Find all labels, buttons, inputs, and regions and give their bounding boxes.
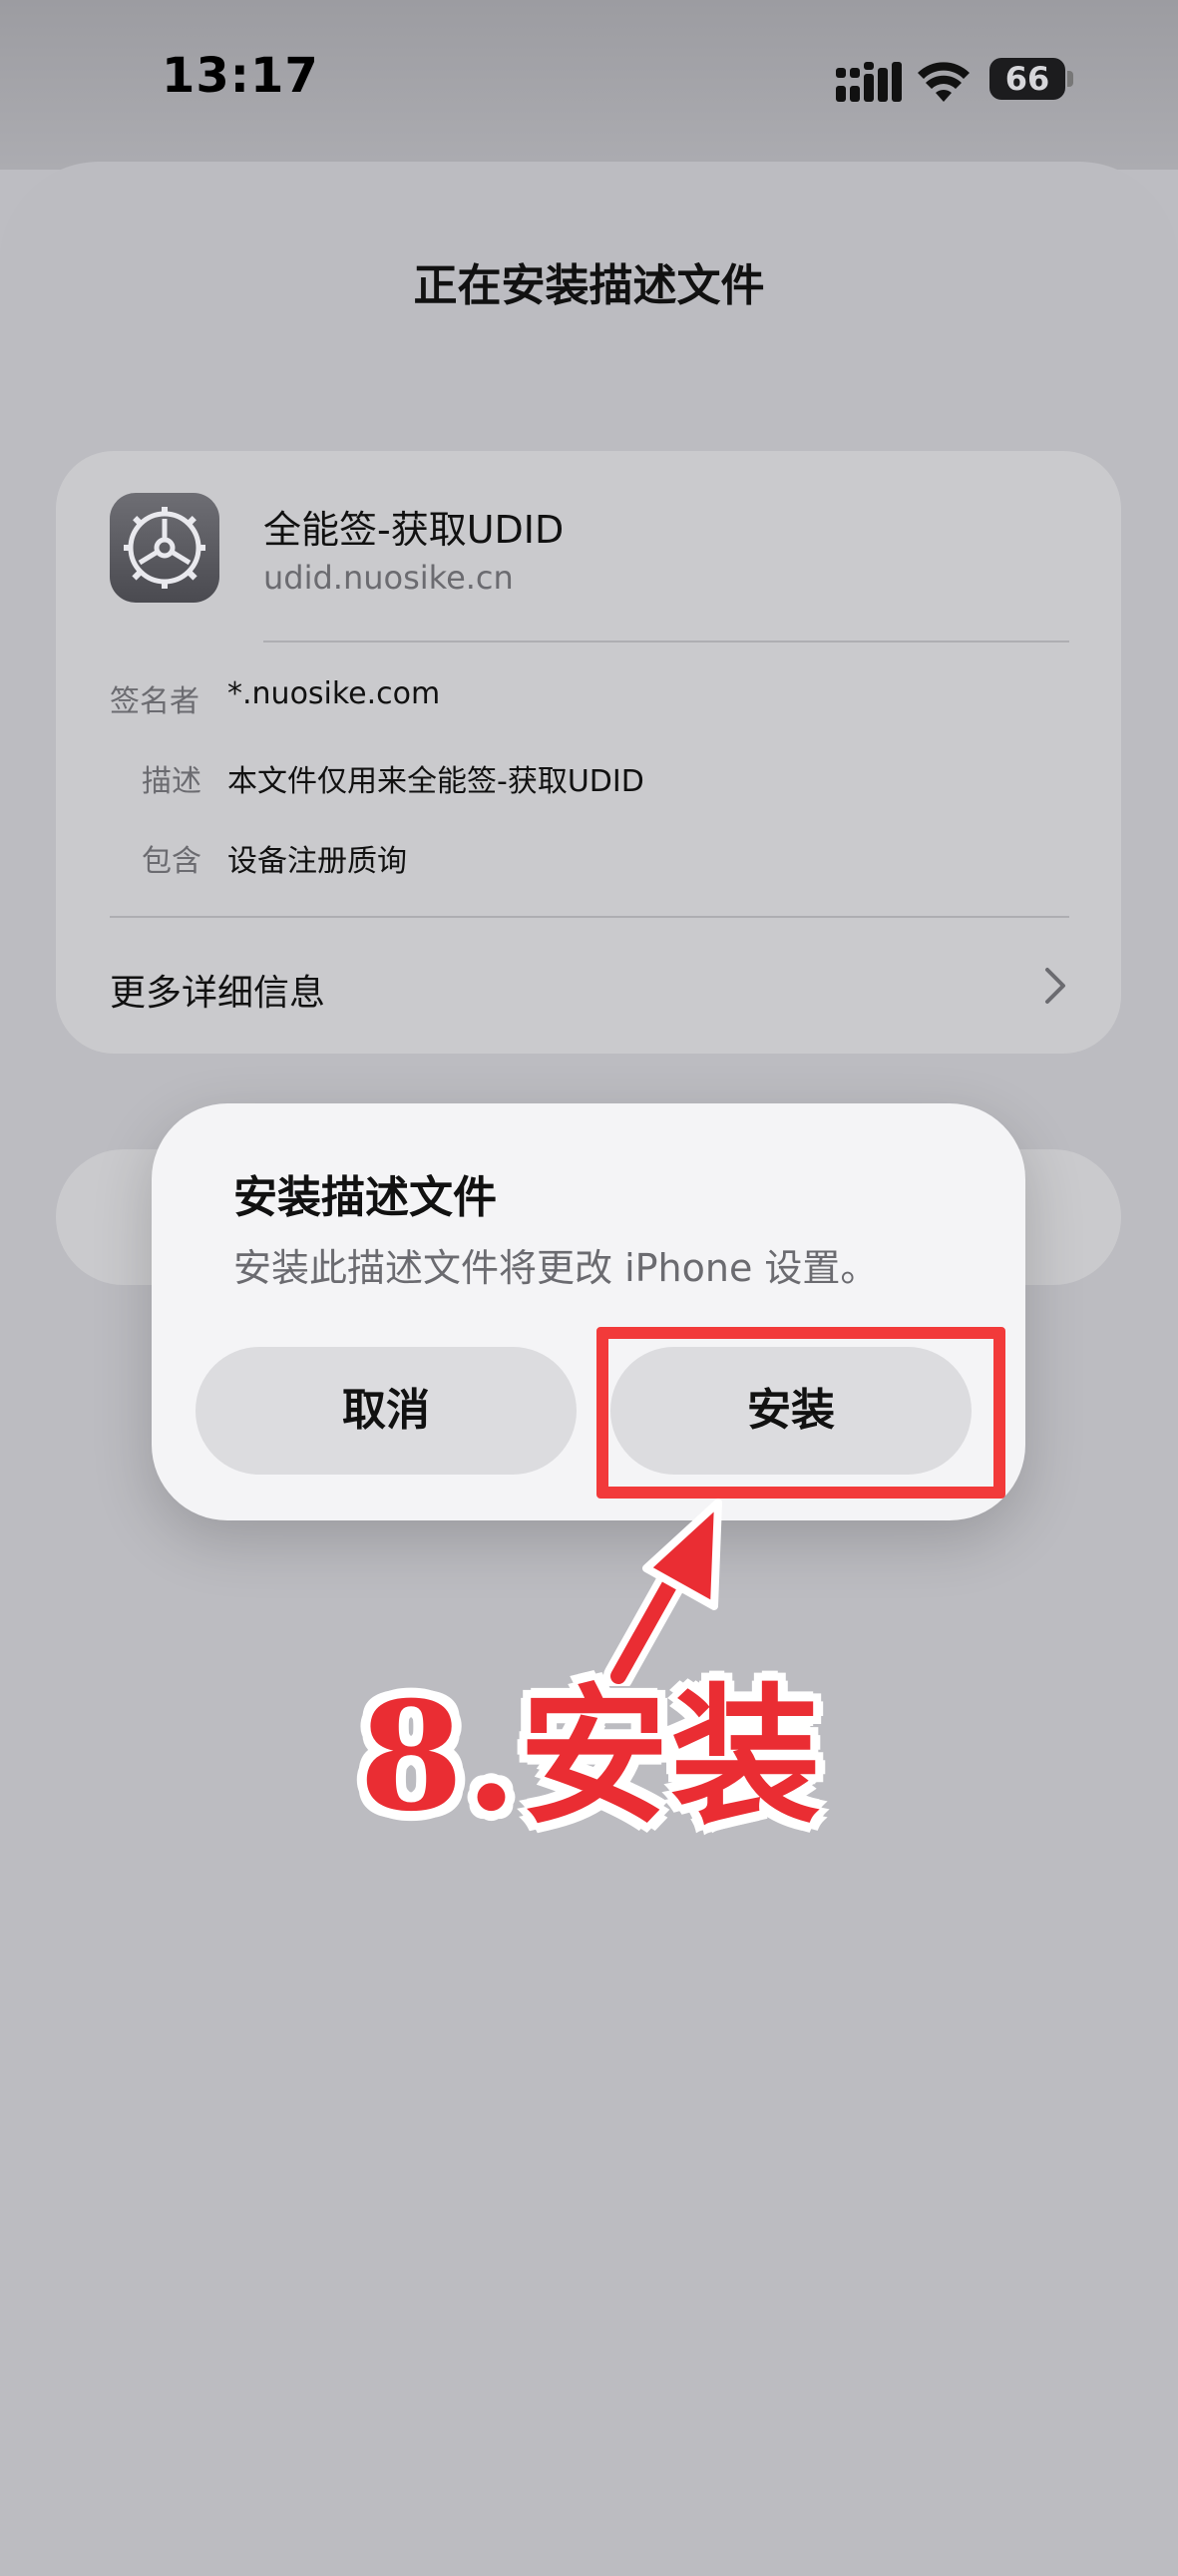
contains-value: 设备注册质询	[227, 844, 407, 879]
profile-domain: udid.nuosike.cn	[263, 559, 514, 597]
alert-title: 安装描述文件	[233, 1172, 497, 1223]
page-title: 正在安装描述文件	[413, 260, 765, 311]
cellular-signal-icon	[836, 62, 902, 102]
description-label: 描述	[142, 764, 201, 799]
profile-name: 全能签-获取UDID	[263, 508, 565, 552]
status-time: 13:17	[162, 48, 319, 104]
divider	[110, 916, 1069, 918]
highlight-box-annotation	[596, 1327, 1005, 1499]
settings-gear-icon	[110, 493, 219, 603]
battery-cap	[1067, 71, 1073, 87]
signed-by-value: *.nuosike.com	[227, 676, 441, 711]
signed-by-label: 签名者	[110, 684, 199, 719]
contains-label: 包含	[142, 844, 201, 879]
chevron-right-icon[interactable]	[1043, 966, 1067, 1006]
cancel-button[interactable]: 取消	[196, 1347, 577, 1475]
description-value: 本文件仅用来全能签-获取UDID	[227, 764, 644, 799]
divider	[263, 641, 1069, 643]
step-label-annotation: 8.安装	[359, 1669, 823, 1845]
alert-message: 安装此描述文件将更改 iPhone 设置。	[233, 1246, 879, 1290]
wifi-icon	[918, 62, 970, 102]
more-details-link[interactable]: 更多详细信息	[110, 964, 325, 1016]
battery-icon: 66	[989, 58, 1065, 100]
